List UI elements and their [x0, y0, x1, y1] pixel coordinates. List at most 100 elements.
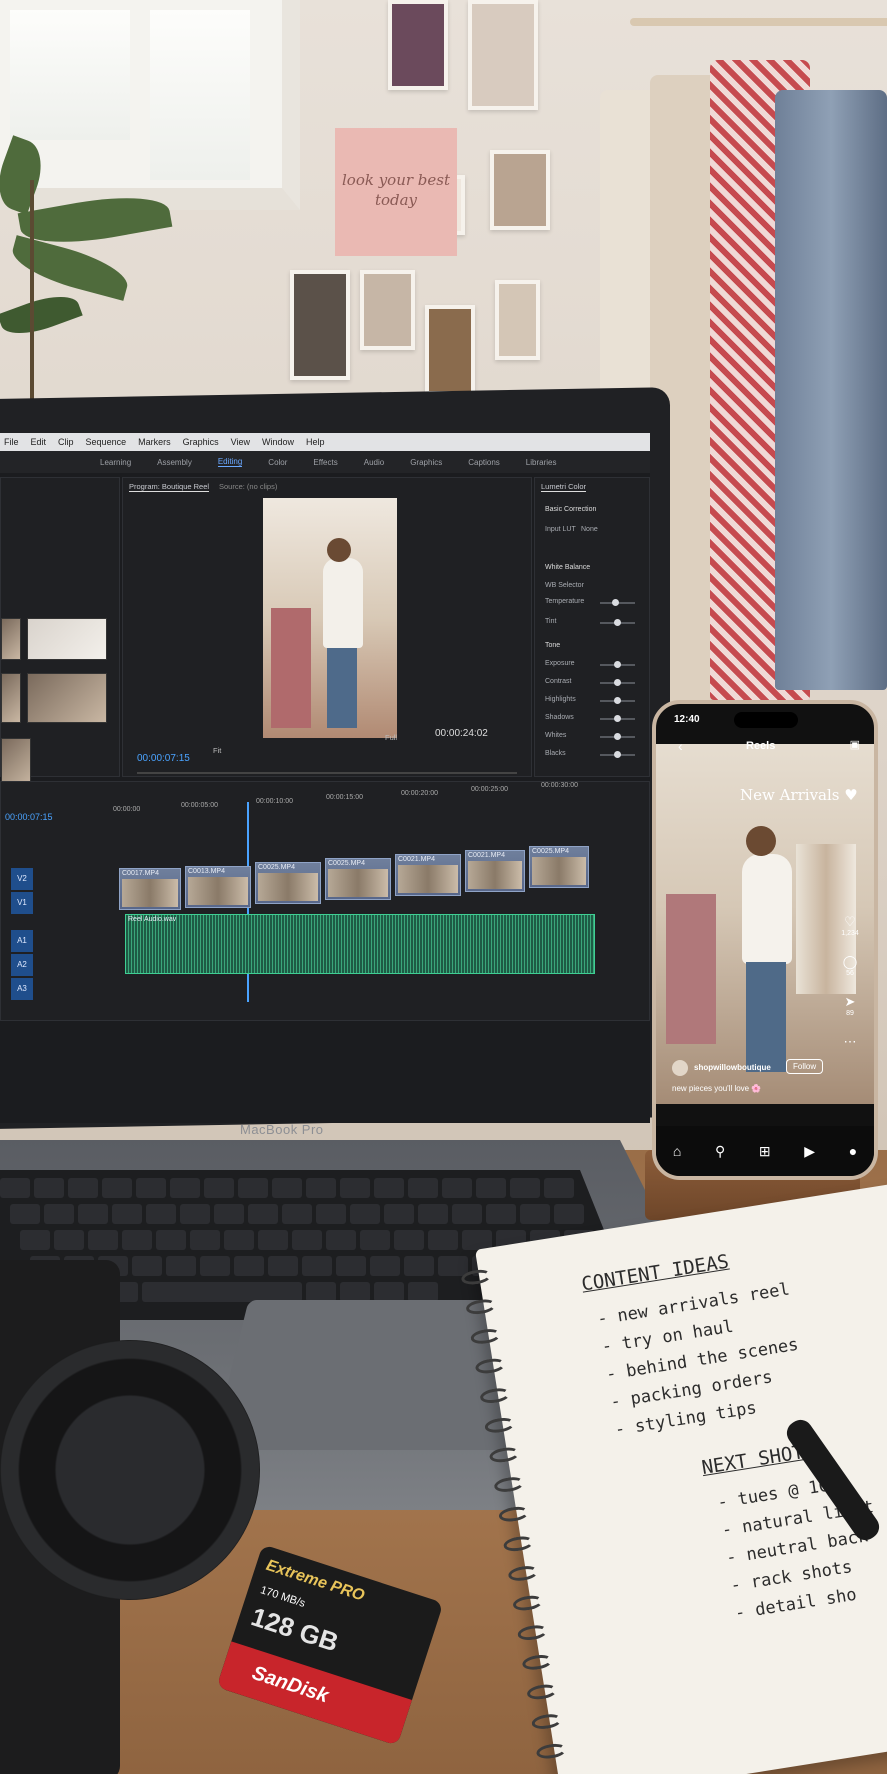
resolution-dropdown[interactable]: Full: [385, 733, 397, 742]
sd-brand: SanDisk: [249, 1662, 332, 1708]
heading-next-shot: NEXT SHOT: [700, 1441, 806, 1480]
video-clip[interactable]: C0021.MP4: [465, 850, 525, 892]
highlights-slider[interactable]: [600, 697, 635, 704]
track-v1[interactable]: V1: [11, 892, 33, 914]
program-video-frame: [263, 498, 397, 738]
menu-sequence[interactable]: Sequence: [86, 437, 127, 447]
profile-icon[interactable]: ●: [849, 1143, 857, 1159]
highlights-label: Highlights: [545, 696, 576, 703]
ruler-tick: 00:00:25:00: [471, 786, 508, 793]
bin-clip-thumb[interactable]: [27, 618, 107, 660]
username[interactable]: shopwillowboutique: [694, 1063, 771, 1072]
avatar[interactable]: [672, 1060, 688, 1076]
ws-assembly[interactable]: Assembly: [157, 458, 192, 467]
source-tab[interactable]: Source: (no clips): [219, 482, 277, 491]
phone-time: 12:40: [674, 714, 700, 725]
comment-button[interactable]: ◯ 56: [840, 954, 860, 977]
menu-edit[interactable]: Edit: [31, 437, 47, 447]
monitor-scrubber[interactable]: [137, 772, 517, 774]
video-clip[interactable]: C0013.MP4: [185, 866, 251, 908]
camera-icon[interactable]: ▣: [850, 738, 860, 751]
laptop-screen: File Edit Clip Sequence Markers Graphics…: [0, 433, 650, 1123]
ws-captions[interactable]: Captions: [468, 458, 500, 467]
ws-effects[interactable]: Effects: [313, 458, 337, 467]
temperature-slider[interactable]: [600, 599, 635, 606]
timeline-ruler[interactable]: 00:00:00 00:00:05:00 00:00:10:00 00:00:1…: [111, 782, 591, 813]
tint-label: Tint: [545, 618, 557, 625]
exposure-label: Exposure: [545, 660, 575, 667]
track-a1[interactable]: A1: [11, 930, 33, 952]
video-clip[interactable]: C0025.MP4: [255, 862, 321, 904]
home-icon[interactable]: ⌂: [673, 1143, 681, 1159]
reel-caption: new pieces you'll love 🌸: [672, 1084, 762, 1093]
contrast-slider[interactable]: [600, 679, 635, 686]
blacks-label: Blacks: [545, 750, 566, 757]
track-a3[interactable]: A3: [11, 978, 33, 1000]
bin-clip-thumb[interactable]: [27, 673, 107, 723]
playhead-timecode: 00:00:07:15: [137, 753, 190, 764]
menu-view[interactable]: View: [231, 437, 250, 447]
camera: [0, 1260, 260, 1774]
reels-header: Reels: [746, 740, 776, 752]
menu-help[interactable]: Help: [306, 437, 325, 447]
fit-dropdown[interactable]: Fit: [213, 746, 221, 755]
shadows-slider[interactable]: [600, 715, 635, 722]
temperature-label: Temperature: [545, 598, 585, 605]
input-lut-select[interactable]: None: [581, 526, 598, 533]
timeline-panel: 00:00:07:15 00:00:00 00:00:05:00 00:00:1…: [0, 781, 650, 1021]
whites-slider[interactable]: [600, 733, 635, 740]
menu-markers[interactable]: Markers: [138, 437, 171, 447]
program-tab[interactable]: Program: Boutique Reel: [129, 482, 210, 492]
ws-editing[interactable]: Editing: [217, 457, 243, 467]
exposure-slider[interactable]: [600, 661, 635, 668]
tint-slider[interactable]: [600, 619, 635, 626]
back-chevron-icon[interactable]: ‹: [678, 738, 683, 754]
timeline-timecode: 00:00:07:15: [5, 812, 53, 822]
ws-learning[interactable]: Learning: [100, 458, 131, 467]
menu-file[interactable]: File: [4, 437, 19, 447]
wb-selector-label[interactable]: WB Selector: [545, 582, 584, 589]
ws-audio[interactable]: Audio: [364, 458, 384, 467]
more-icon: ⋯: [843, 1034, 857, 1049]
video-clip[interactable]: C0021.MP4: [395, 854, 461, 896]
contrast-label: Contrast: [545, 678, 572, 685]
workspace-bar: Learning Assembly Editing Color Effects …: [0, 451, 650, 473]
more-button[interactable]: ⋯: [840, 1034, 860, 1050]
lumetri-tab[interactable]: Lumetri Color: [541, 482, 587, 492]
add-icon[interactable]: ⊞: [759, 1143, 771, 1160]
ruler-tick: 00:00:30:00: [541, 782, 578, 789]
video-clip[interactable]: C0017.MP4: [119, 868, 181, 910]
camera-lens: [0, 1340, 260, 1600]
blacks-slider[interactable]: [600, 751, 635, 758]
ruler-tick: 00:00:05:00: [181, 802, 218, 809]
ws-color[interactable]: Color: [268, 458, 287, 467]
project-panel: [0, 477, 120, 788]
menu-window[interactable]: Window: [262, 437, 294, 447]
share-button[interactable]: ➤ 89: [840, 994, 860, 1017]
white-balance-label: White Balance: [545, 564, 591, 571]
bin-clip-thumb[interactable]: [1, 673, 21, 723]
smartphone: 12:40 ‹ Reels ▣ New Arrivals ♥ ♡ 1,234 ◯ 5…: [652, 700, 878, 1180]
ws-libraries[interactable]: Libraries: [526, 458, 557, 467]
like-button[interactable]: ♡ 1,234: [840, 914, 860, 937]
send-icon: ➤: [844, 994, 856, 1009]
track-v2[interactable]: V2: [11, 868, 33, 890]
pink-note-card: look your best today: [335, 128, 457, 256]
follow-button[interactable]: Follow: [786, 1059, 824, 1074]
menu-clip[interactable]: Clip: [58, 437, 74, 447]
ruler-tick: 00:00:20:00: [401, 790, 438, 797]
reels-icon[interactable]: ▶: [804, 1143, 815, 1160]
basic-correction-header[interactable]: Basic Correction: [545, 506, 596, 513]
video-clip[interactable]: C0025.MP4: [325, 858, 391, 900]
audio-clip[interactable]: Reel Audio.wav: [125, 914, 595, 974]
track-a2[interactable]: A2: [11, 954, 33, 976]
ws-graphics[interactable]: Graphics: [410, 458, 442, 467]
sd-capacity: 128 GB: [247, 1601, 343, 1658]
video-track-row: C0017.MP4 C0013.MP4 C0025.MP4 C0025.MP4 …: [119, 846, 589, 910]
heading-content-ideas: CONTENT IDEAS: [580, 1250, 731, 1296]
bottom-nav: ⌂ ⚲ ⊞ ▶ ●: [656, 1126, 874, 1176]
search-icon[interactable]: ⚲: [715, 1143, 725, 1160]
video-clip[interactable]: C0025.MP4: [529, 846, 589, 888]
menu-graphics[interactable]: Graphics: [183, 437, 219, 447]
bin-clip-thumb[interactable]: [1, 618, 21, 660]
